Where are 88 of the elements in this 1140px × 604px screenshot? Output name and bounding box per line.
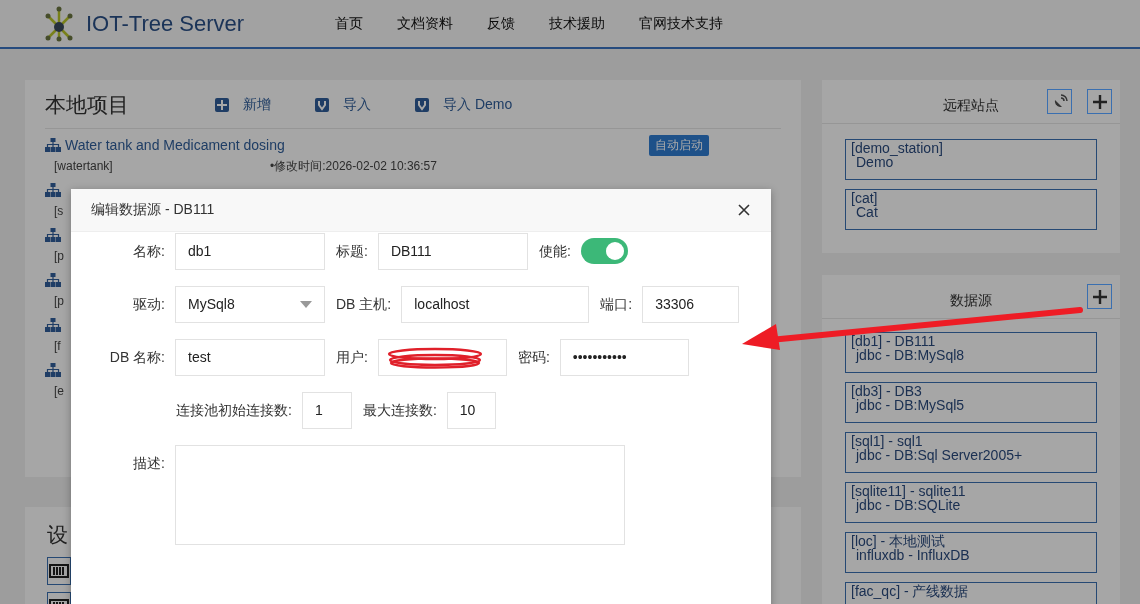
input-field[interactable]: ••••••••••• bbox=[559, 339, 689, 376]
data-source-item[interactable]: [db1] - DB111 jdbc - DB:MySql8 bbox=[845, 332, 1097, 373]
field-label: 名称: bbox=[133, 243, 165, 259]
panel-title: 远程站点 bbox=[943, 97, 999, 115]
action-link[interactable]: 导入 Demo bbox=[415, 96, 513, 114]
panel-title: 数据源 bbox=[950, 292, 992, 310]
close-icon bbox=[738, 204, 750, 216]
project-id: [p bbox=[54, 294, 64, 308]
project-id: [s bbox=[54, 204, 64, 218]
input-field[interactable] bbox=[377, 339, 507, 376]
field-label: 连接池初始连接数: bbox=[176, 401, 292, 420]
import-icon bbox=[315, 98, 329, 112]
data-source-name: [db1] - DB111 bbox=[851, 334, 936, 348]
station-id: [demo_station] bbox=[851, 141, 944, 155]
field-label: 驱动: bbox=[133, 296, 165, 312]
field-label: 密码: bbox=[517, 348, 550, 367]
panel-title: 本地项目 bbox=[45, 92, 130, 118]
tree-icon bbox=[45, 138, 61, 152]
field-label: 最大连接数: bbox=[362, 401, 437, 420]
dialog-title: 编辑数据源 - DB111 bbox=[91, 201, 215, 219]
tree-icon bbox=[45, 363, 61, 377]
nav-link[interactable]: 首页 bbox=[318, 14, 380, 33]
enable-toggle[interactable] bbox=[580, 238, 628, 264]
add-icon bbox=[215, 98, 229, 112]
data-source-driver: jdbc - DB:SQLite bbox=[855, 498, 961, 512]
station-id: [cat] bbox=[851, 191, 879, 205]
project-id: [watertank] bbox=[54, 159, 113, 173]
import-icon bbox=[415, 98, 429, 112]
input-field[interactable]: test bbox=[175, 339, 325, 376]
data-source-item[interactable]: [fac_qc] - 产线数据 bbox=[845, 582, 1097, 604]
station-name: Demo bbox=[856, 155, 894, 169]
device-item[interactable] bbox=[47, 557, 71, 585]
station-item[interactable]: [demo_station] Demo bbox=[845, 139, 1097, 180]
field-label: 标题: bbox=[336, 242, 368, 261]
nav-link[interactable]: 反馈 bbox=[470, 14, 532, 33]
field-label: 用户: bbox=[336, 348, 368, 367]
project-link[interactable]: Water tank and Medicament dosing bbox=[65, 137, 645, 153]
data-source-name: [db3] - DB3 bbox=[851, 384, 922, 398]
tree-icon bbox=[45, 183, 61, 197]
data-source-name: [sqlite11] - sqlite11 bbox=[851, 484, 967, 498]
description-field[interactable] bbox=[175, 445, 625, 545]
field-label: 端口: bbox=[600, 295, 633, 314]
data-source-item[interactable]: [loc] - 本地测试 influxdb - InfluxDB bbox=[845, 532, 1097, 573]
tree-icon bbox=[45, 228, 61, 242]
data-source-driver: jdbc - DB:Sql Server2005+ bbox=[855, 448, 1024, 462]
project-id: [e bbox=[54, 384, 64, 398]
input-field[interactable]: db1 bbox=[175, 233, 325, 270]
data-source-item[interactable]: [sqlite11] - sqlite11 jdbc - DB:SQLite bbox=[845, 482, 1097, 523]
input-field[interactable]: 10 bbox=[446, 392, 496, 429]
plus-icon bbox=[1091, 93, 1108, 110]
action-link[interactable]: 新增 bbox=[215, 96, 271, 114]
data-source-driver: jdbc - DB:MySql5 bbox=[855, 398, 966, 412]
device-icon bbox=[49, 563, 69, 579]
add-button[interactable] bbox=[1087, 284, 1112, 309]
action-link[interactable]: 导入 bbox=[315, 96, 371, 114]
nav-link[interactable]: 技术援助 bbox=[532, 14, 622, 33]
tree-icon bbox=[45, 273, 61, 287]
input-field[interactable]: localhost bbox=[401, 286, 590, 323]
field-label: 描述: bbox=[133, 455, 165, 471]
data-source-item[interactable]: [db3] - DB3 jdbc - DB:MySql5 bbox=[845, 382, 1097, 423]
tree-icon bbox=[45, 318, 61, 332]
nav-link[interactable]: 文档资料 bbox=[380, 14, 470, 33]
input-field[interactable]: DB111 bbox=[377, 233, 528, 270]
field-label: 使能: bbox=[538, 242, 571, 261]
driver-dropdown[interactable]: MySql8 bbox=[175, 286, 325, 323]
modified-time: •修改时间:2026-02-02 10:36:57 bbox=[270, 157, 437, 175]
station-name: Cat bbox=[856, 205, 879, 219]
app-title: IOT-Tree Server bbox=[86, 10, 246, 37]
project-id: [f bbox=[54, 339, 61, 353]
nav-link[interactable]: 官网技术支持 bbox=[622, 14, 740, 33]
data-source-driver: jdbc - DB:MySql8 bbox=[855, 348, 966, 362]
station-item[interactable]: [cat] Cat bbox=[845, 189, 1097, 230]
plus-icon bbox=[1091, 288, 1108, 305]
caret-icon bbox=[300, 301, 312, 308]
field-label: DB 名称: bbox=[109, 349, 165, 365]
field-label: DB 主机: bbox=[336, 295, 392, 314]
signal-button[interactable] bbox=[1047, 89, 1072, 114]
data-source-name: [sql1] - sql1 bbox=[851, 434, 923, 448]
data-source-name: [fac_qc] - 产线数据 bbox=[851, 584, 970, 598]
data-source-driver: influxdb - InfluxDB bbox=[856, 548, 971, 562]
input-field[interactable]: 33306 bbox=[642, 286, 740, 323]
data-source-item[interactable]: [sql1] - sql1 jdbc - DB:Sql Server2005+ bbox=[845, 432, 1097, 473]
panel-title: 设 bbox=[47, 522, 69, 548]
status-badge: 自动启动 bbox=[649, 134, 709, 156]
add-button[interactable] bbox=[1087, 89, 1112, 114]
input-field[interactable]: 1 bbox=[301, 392, 352, 429]
data-source-name: [loc] - 本地测试 bbox=[851, 534, 946, 548]
project-id: [p bbox=[54, 249, 64, 263]
